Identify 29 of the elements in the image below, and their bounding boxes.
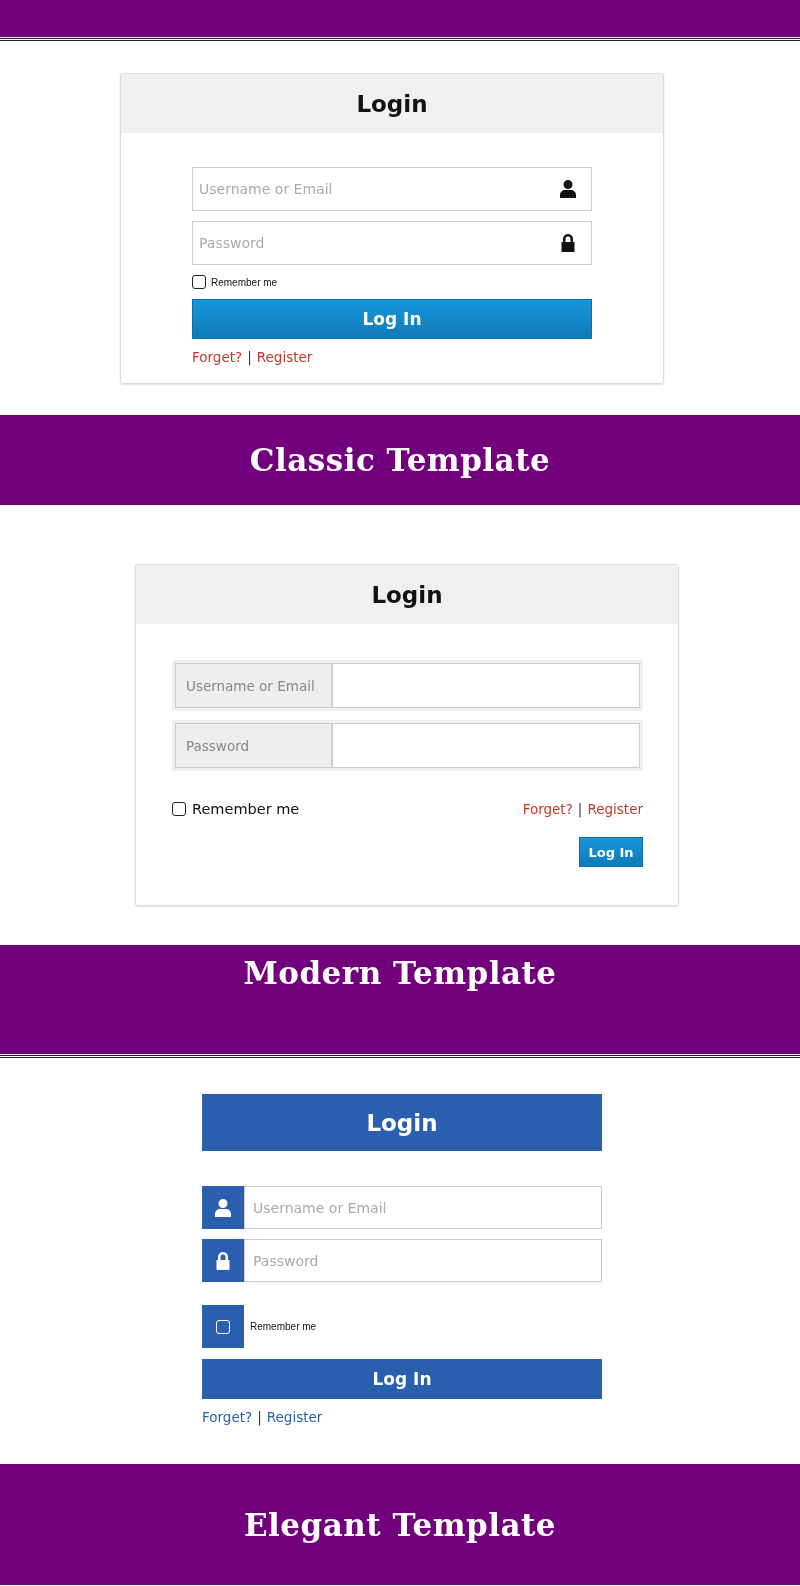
user-icon	[213, 1197, 233, 1218]
login-button[interactable]: Log In	[579, 837, 643, 867]
login-title: Login	[371, 581, 443, 608]
password-field[interactable]: Password	[192, 221, 592, 265]
login-title: Login	[366, 1109, 438, 1136]
username-field[interactable]: Username or Email	[244, 1186, 602, 1229]
login-button[interactable]: Log In	[192, 299, 592, 339]
user-icon	[558, 179, 578, 199]
checkbox[interactable]	[192, 275, 206, 289]
forgot-link[interactable]: Forget?	[202, 1409, 253, 1425]
remember-label: Remember me	[192, 801, 300, 817]
checkbox[interactable]	[172, 802, 186, 816]
remember-label: Remember me	[211, 276, 278, 288]
password-field[interactable]: Password	[244, 1239, 602, 1282]
forgot-link[interactable]: Forget?	[192, 349, 243, 365]
template-title: Modern Template	[243, 955, 557, 993]
template-title: Elegant Template	[243, 1506, 557, 1543]
template-title: Classic Template	[249, 442, 551, 478]
register-link[interactable]: Register	[256, 349, 313, 365]
forgot-link[interactable]: Forget?	[522, 801, 573, 817]
separator: |	[257, 1409, 262, 1425]
login-title: Login	[356, 90, 428, 117]
remember-label: Remember me	[250, 1321, 317, 1332]
separator: |	[577, 801, 583, 817]
login-button[interactable]: Log In	[202, 1359, 602, 1399]
register-link[interactable]: Register	[266, 1409, 323, 1425]
register-link[interactable]: Register	[587, 801, 643, 817]
separator: |	[247, 349, 252, 365]
username-field[interactable]: Username or Email	[192, 167, 592, 211]
